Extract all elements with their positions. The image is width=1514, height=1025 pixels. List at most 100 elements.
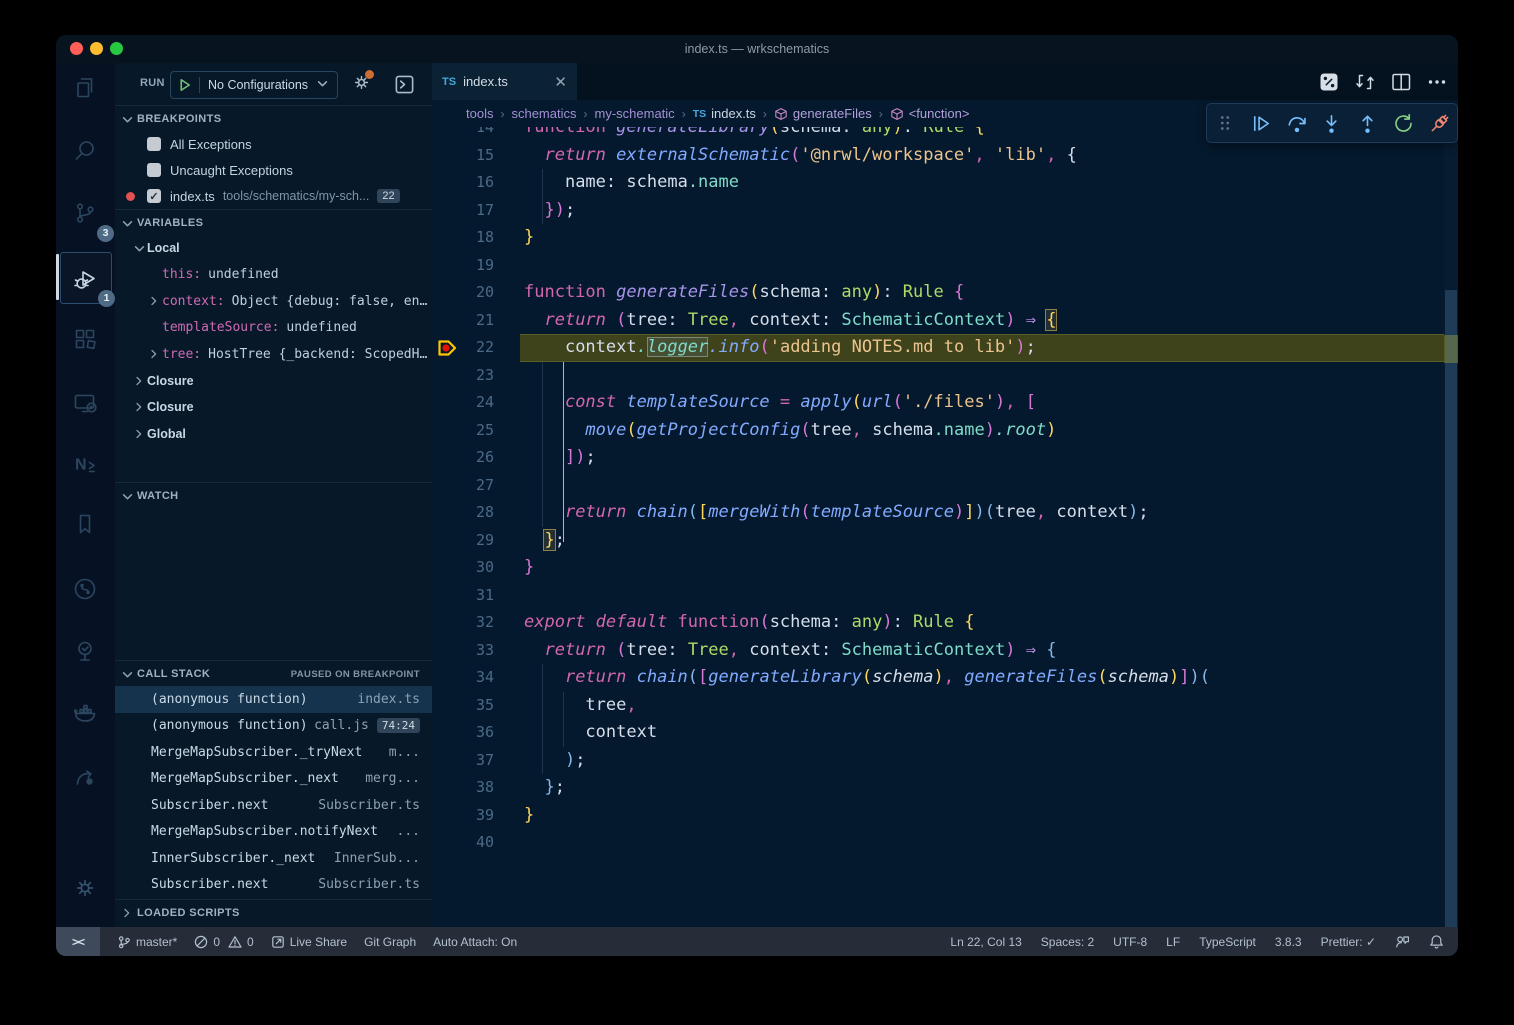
code-text[interactable]: tree,	[524, 692, 1444, 720]
checkbox[interactable]	[147, 137, 161, 151]
chevron-right-icon[interactable]	[148, 295, 162, 307]
call-stack-frame[interactable]: MergeMapSubscriber.notifyNext...	[115, 819, 432, 846]
code-area[interactable]: 14function generateLibrary(schema: any):…	[432, 127, 1444, 927]
code-line[interactable]: 33 return (tree: Tree, context: Schemati…	[432, 637, 1444, 665]
explorer-icon[interactable]	[60, 63, 110, 113]
status-notifications[interactable]	[1429, 934, 1444, 949]
code-text[interactable]: ]);	[524, 444, 1444, 472]
step-into-icon[interactable]	[1318, 109, 1346, 137]
code-line[interactable]: 17 });	[432, 197, 1444, 225]
breadcrumb-item-schematics[interactable]: schematics	[511, 106, 576, 121]
code-line[interactable]: 25 move(getProjectConfig(tree, schema.na…	[432, 417, 1444, 445]
checkbox[interactable]: ✓	[147, 189, 161, 203]
tab-index-ts[interactable]: TS index.ts ✕	[432, 63, 577, 100]
code-line[interactable]: 31	[432, 582, 1444, 610]
step-over-icon[interactable]	[1282, 109, 1310, 137]
code-line[interactable]: 39}	[432, 802, 1444, 830]
close-tab-icon[interactable]: ✕	[554, 73, 567, 91]
status-feedback[interactable]	[1395, 934, 1410, 949]
code-line[interactable]: 15 return externalSchematic('@nrwl/works…	[432, 142, 1444, 170]
debug-console-icon[interactable]	[394, 74, 415, 100]
loaded-scripts-section-header[interactable]: LOADED SCRIPTS	[115, 899, 432, 926]
call-stack-frame[interactable]: (anonymous function)call.js74:24	[115, 713, 432, 740]
code-line[interactable]: 22 context.logger.info('adding NOTES.md …	[432, 334, 1444, 362]
code-text[interactable]: context.logger.info('adding NOTES.md to …	[524, 334, 1444, 362]
variable-item[interactable]: tree:HostTree {_backend: ScopedH…	[115, 341, 432, 368]
breadcrumb-item-myschematic[interactable]: my-schematic	[595, 106, 675, 121]
breadcrumb-item-indexts[interactable]: TSindex.ts	[693, 106, 756, 121]
settings-gear-icon[interactable]	[60, 863, 110, 913]
code-text[interactable]: return chain([mergeWith(templateSource)]…	[524, 499, 1444, 527]
status-live-share[interactable]: Live Share	[271, 935, 347, 949]
code-text[interactable]: }	[524, 554, 1444, 582]
editor-scrollbar[interactable]	[1444, 127, 1458, 927]
code-text[interactable]: return (tree: Tree, context: SchematicCo…	[524, 637, 1444, 665]
chevron-right-icon[interactable]	[133, 428, 147, 440]
watch-section-header[interactable]: WATCH	[115, 482, 432, 509]
nx-console-icon[interactable]: N	[60, 439, 110, 489]
code-text[interactable]: return chain([generateLibrary(schema), g…	[524, 664, 1444, 692]
open-changes-icon[interactable]	[1316, 69, 1342, 95]
docker-icon[interactable]	[60, 688, 110, 738]
code-line[interactable]: 16 name: schema.name	[432, 169, 1444, 197]
status-ts-version[interactable]: 3.8.3	[1275, 935, 1302, 949]
call-stack-frame[interactable]: Subscriber.nextSubscriber.ts	[115, 792, 432, 819]
status-warnings[interactable]: 0	[228, 935, 254, 949]
code-text[interactable]: return externalSchematic('@nrwl/workspac…	[524, 142, 1444, 170]
code-line[interactable]: 34 return chain([generateLibrary(schema)…	[432, 664, 1444, 692]
call-stack-frame[interactable]: MergeMapSubscriber._nextmerg...	[115, 766, 432, 793]
more-actions-icon[interactable]	[1424, 69, 1450, 95]
call-stack-frame[interactable]: InnerSubscriber._nextInnerSub...	[115, 845, 432, 872]
code-line[interactable]: 24 const templateSource = apply(url('./f…	[432, 389, 1444, 417]
variables-section-header[interactable]: VARIABLES	[115, 209, 432, 236]
status-indentation[interactable]: Spaces: 2	[1041, 935, 1094, 949]
search-icon[interactable]	[60, 125, 110, 175]
call-stack-frame[interactable]: Subscriber.nextSubscriber.ts	[115, 872, 432, 899]
launch-configuration-dropdown[interactable]: No Configurations	[170, 71, 338, 99]
variable-item[interactable]: this:undefined	[115, 262, 432, 289]
status-auto-attach[interactable]: Auto Attach: On	[433, 935, 517, 949]
gitlens-icon[interactable]	[60, 752, 110, 802]
compare-changes-icon[interactable]	[1352, 69, 1378, 95]
code-text[interactable]: };	[524, 527, 1444, 555]
chevron-right-icon[interactable]	[133, 375, 147, 387]
drag-grip-icon[interactable]	[1211, 109, 1239, 137]
extensions-icon[interactable]	[60, 314, 110, 364]
status-eol[interactable]: LF	[1166, 935, 1180, 949]
remote-explorer-icon[interactable]	[60, 378, 110, 428]
code-line[interactable]: 36 context	[432, 719, 1444, 747]
breadcrumb-item-tools[interactable]: tools	[466, 106, 493, 121]
code-text[interactable]: return (tree: Tree, context: SchematicCo…	[524, 307, 1444, 335]
breadcrumb-item-function[interactable]: <function>	[890, 106, 970, 121]
status-encoding[interactable]: UTF-8	[1113, 935, 1147, 949]
breadcrumb-item-generatefiles[interactable]: generateFiles	[774, 106, 872, 121]
code-line[interactable]: 23	[432, 362, 1444, 390]
code-text[interactable]: name: schema.name	[524, 169, 1444, 197]
status-language-mode[interactable]: TypeScript	[1199, 935, 1256, 949]
chevron-right-icon[interactable]	[148, 348, 162, 360]
restart-icon[interactable]	[1389, 109, 1417, 137]
continue-icon[interactable]	[1247, 109, 1275, 137]
code-text[interactable]: }	[524, 224, 1444, 252]
code-text[interactable]: }	[524, 802, 1444, 830]
variable-scope-global-3[interactable]: Global	[115, 421, 432, 448]
breakpoint-item[interactable]: Uncaught Exceptions	[115, 157, 432, 183]
call-stack-frame[interactable]: (anonymous function)index.ts	[115, 686, 432, 713]
status-prettier[interactable]: Prettier: ✓	[1321, 935, 1376, 949]
chevron-right-icon[interactable]	[133, 401, 147, 413]
code-text[interactable]: move(getProjectConfig(tree, schema.name)…	[524, 417, 1444, 445]
code-line[interactable]: 38 };	[432, 774, 1444, 802]
git-graph-icon[interactable]	[60, 564, 110, 614]
run-debug-icon[interactable]: 1	[60, 252, 112, 304]
status-cursor-position[interactable]: Ln 22, Col 13	[950, 935, 1021, 949]
debug-settings-gear-icon[interactable]	[352, 73, 371, 97]
status-git-graph[interactable]: Git Graph	[364, 935, 416, 949]
start-debug-icon[interactable]	[171, 77, 200, 93]
code-line[interactable]: 30}	[432, 554, 1444, 582]
code-line[interactable]: 35 tree,	[432, 692, 1444, 720]
variable-scope-closure-2[interactable]: Closure	[115, 394, 432, 421]
split-editor-icon[interactable]	[1388, 69, 1414, 95]
source-control-icon[interactable]: 3	[60, 188, 110, 238]
code-line[interactable]: 20function generateFiles(schema: any): R…	[432, 279, 1444, 307]
code-line[interactable]: 28 return chain([mergeWith(templateSourc…	[432, 499, 1444, 527]
